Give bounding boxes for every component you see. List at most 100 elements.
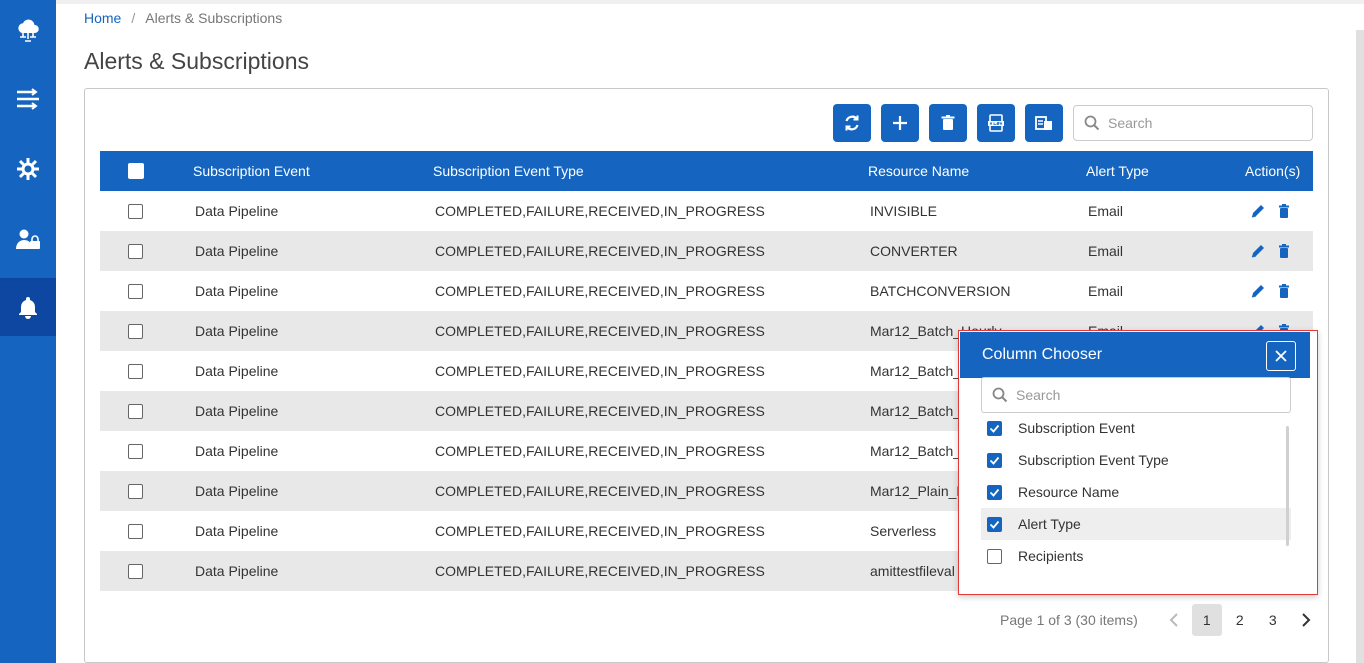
- row-checkbox[interactable]: [128, 404, 143, 419]
- pager-page-1[interactable]: 1: [1191, 604, 1222, 636]
- refresh-button[interactable]: [833, 104, 871, 142]
- cell-subscription-event: Data Pipeline: [195, 523, 279, 539]
- column-checkbox[interactable]: [987, 484, 1002, 500]
- cell-subscription-event: Data Pipeline: [195, 323, 279, 339]
- grid-search[interactable]: [1073, 105, 1313, 141]
- table-row[interactable]: Data Pipeline COMPLETED,FAILURE,RECEIVED,…: [100, 191, 1313, 231]
- grid-search-input[interactable]: [1108, 115, 1298, 131]
- row-checkbox[interactable]: [128, 204, 143, 219]
- column-chooser-title: Column Chooser: [982, 346, 1103, 363]
- pager-page-3[interactable]: 3: [1258, 604, 1288, 636]
- column-chooser-item-label: Alert Type: [1018, 516, 1081, 532]
- sidebar: [0, 0, 56, 663]
- sidebar-item-settings[interactable]: [0, 140, 56, 198]
- breadcrumb-home-link[interactable]: Home: [84, 10, 121, 26]
- trash-icon[interactable]: [1276, 203, 1292, 219]
- page-title: Alerts & Subscriptions: [84, 48, 309, 74]
- sidebar-item-alerts[interactable]: [0, 278, 56, 336]
- row-actions: [1250, 203, 1292, 219]
- cell-resource-name: Mar12_Plain_B: [870, 483, 966, 499]
- cell-subscription-event-type: COMPLETED,FAILURE,RECEIVED,IN_PROGRESS: [435, 443, 765, 459]
- cell-resource-name: Serverless: [870, 523, 937, 539]
- column-chooser-scrollbar[interactable]: [1286, 426, 1289, 546]
- pager-prev-button[interactable]: [1159, 604, 1189, 636]
- column-chooser-item[interactable]: Recipients: [981, 540, 1291, 572]
- column-header-actions: Action(s): [1245, 163, 1301, 179]
- delete-icon: [941, 115, 955, 130]
- row-checkbox[interactable]: [128, 484, 143, 499]
- column-chooser-button[interactable]: [1025, 104, 1063, 142]
- cell-subscription-event: Data Pipeline: [195, 403, 279, 419]
- column-checkbox[interactable]: [987, 548, 1002, 564]
- cell-subscription-event: Data Pipeline: [195, 563, 279, 579]
- main-content: Home / Alerts & Subscriptions Alerts & Sub…: [56, 0, 1364, 663]
- export-xlsx-button[interactable]: [977, 104, 1015, 142]
- column-chooser-close-button[interactable]: [1266, 341, 1296, 371]
- delete-button[interactable]: [929, 104, 967, 142]
- cell-subscription-event: Data Pipeline: [195, 243, 279, 259]
- edit-icon[interactable]: [1250, 203, 1266, 219]
- chevron-left-icon: [1169, 613, 1178, 627]
- cloud-network-icon: [18, 19, 39, 42]
- column-chooser-item[interactable]: Resource Name: [981, 476, 1291, 508]
- column-chooser-item-label: Subscription Event Type: [1018, 452, 1169, 468]
- row-checkbox[interactable]: [128, 284, 143, 299]
- pager-next-button[interactable]: [1291, 604, 1321, 636]
- sidebar-item-cloud[interactable]: [0, 2, 56, 60]
- edit-icon[interactable]: [1250, 243, 1266, 259]
- column-chooser-item[interactable]: Alert Type: [981, 508, 1291, 540]
- column-checkbox[interactable]: [987, 420, 1002, 436]
- trash-icon[interactable]: [1276, 283, 1292, 299]
- search-icon: [992, 387, 1008, 403]
- column-chooser-search-input[interactable]: [1016, 387, 1266, 403]
- pager-page-2[interactable]: 2: [1225, 604, 1255, 636]
- cell-subscription-event: Data Pipeline: [195, 203, 279, 219]
- row-checkbox[interactable]: [128, 524, 143, 539]
- column-chooser-item[interactable]: Subscription Event Type: [981, 444, 1291, 476]
- sidebar-item-pipelines[interactable]: [0, 70, 56, 128]
- column-header-subscription-event-type[interactable]: Subscription Event Type: [433, 151, 584, 191]
- column-chooser-item[interactable]: Subscription Event: [981, 412, 1291, 444]
- page-scrollbar[interactable]: [1356, 30, 1364, 663]
- row-checkbox[interactable]: [128, 364, 143, 379]
- table-row[interactable]: Data Pipeline COMPLETED,FAILURE,RECEIVED,…: [100, 231, 1313, 271]
- add-button[interactable]: [881, 104, 919, 142]
- cell-alert-type: Email: [1088, 203, 1124, 219]
- cell-subscription-event-type: COMPLETED,FAILURE,RECEIVED,IN_PROGRESS: [435, 363, 765, 379]
- cell-resource-name: amittestfileval: [870, 563, 955, 579]
- column-header-resource-name[interactable]: Resource Name: [868, 151, 969, 191]
- column-checkbox[interactable]: [987, 452, 1002, 468]
- cell-subscription-event-type: COMPLETED,FAILURE,RECEIVED,IN_PROGRESS: [435, 283, 765, 299]
- column-chooser-item-label: Subscription Event: [1018, 420, 1135, 436]
- pager: Page 1 of 3 (30 items) 1 2 3: [1000, 604, 1321, 636]
- column-header-subscription-event[interactable]: Subscription Event: [193, 151, 310, 191]
- column-chooser-list: Subscription Event Subscription Event Typ…: [981, 412, 1291, 572]
- column-chooser-search[interactable]: [981, 377, 1291, 413]
- trash-icon[interactable]: [1276, 243, 1292, 259]
- cell-subscription-event: Data Pipeline: [195, 363, 279, 379]
- column-header-alert-type[interactable]: Alert Type: [1086, 151, 1149, 191]
- cell-resource-name: Mar12_Batch_T: [870, 403, 970, 419]
- cell-subscription-event: Data Pipeline: [195, 283, 279, 299]
- cell-subscription-event-type: COMPLETED,FAILURE,RECEIVED,IN_PROGRESS: [435, 403, 765, 419]
- row-checkbox[interactable]: [128, 324, 143, 339]
- cell-subscription-event-type: COMPLETED,FAILURE,RECEIVED,IN_PROGRESS: [435, 323, 765, 339]
- row-checkbox[interactable]: [128, 244, 143, 259]
- pipeline-icon: [17, 88, 39, 110]
- column-chooser-item-label: Resource Name: [1018, 484, 1120, 500]
- column-checkbox[interactable]: [987, 516, 1002, 532]
- cell-resource-name: CONVERTER: [870, 243, 958, 259]
- select-all-checkbox[interactable]: [128, 163, 144, 179]
- user-lock-icon: [16, 229, 40, 249]
- row-checkbox[interactable]: [128, 444, 143, 459]
- table-row[interactable]: Data Pipeline COMPLETED,FAILURE,RECEIVED,…: [100, 271, 1313, 311]
- row-checkbox[interactable]: [128, 564, 143, 579]
- checkmark-icon: [989, 424, 1000, 433]
- edit-icon[interactable]: [1250, 283, 1266, 299]
- settings-gear-icon: [17, 158, 39, 180]
- column-chooser-item-label: Recipients: [1018, 548, 1084, 564]
- cell-resource-name: BATCHCONVERSION: [870, 283, 1011, 299]
- cell-subscription-event: Data Pipeline: [195, 443, 279, 459]
- cell-alert-type: Email: [1088, 283, 1124, 299]
- sidebar-item-user-access[interactable]: [0, 210, 56, 268]
